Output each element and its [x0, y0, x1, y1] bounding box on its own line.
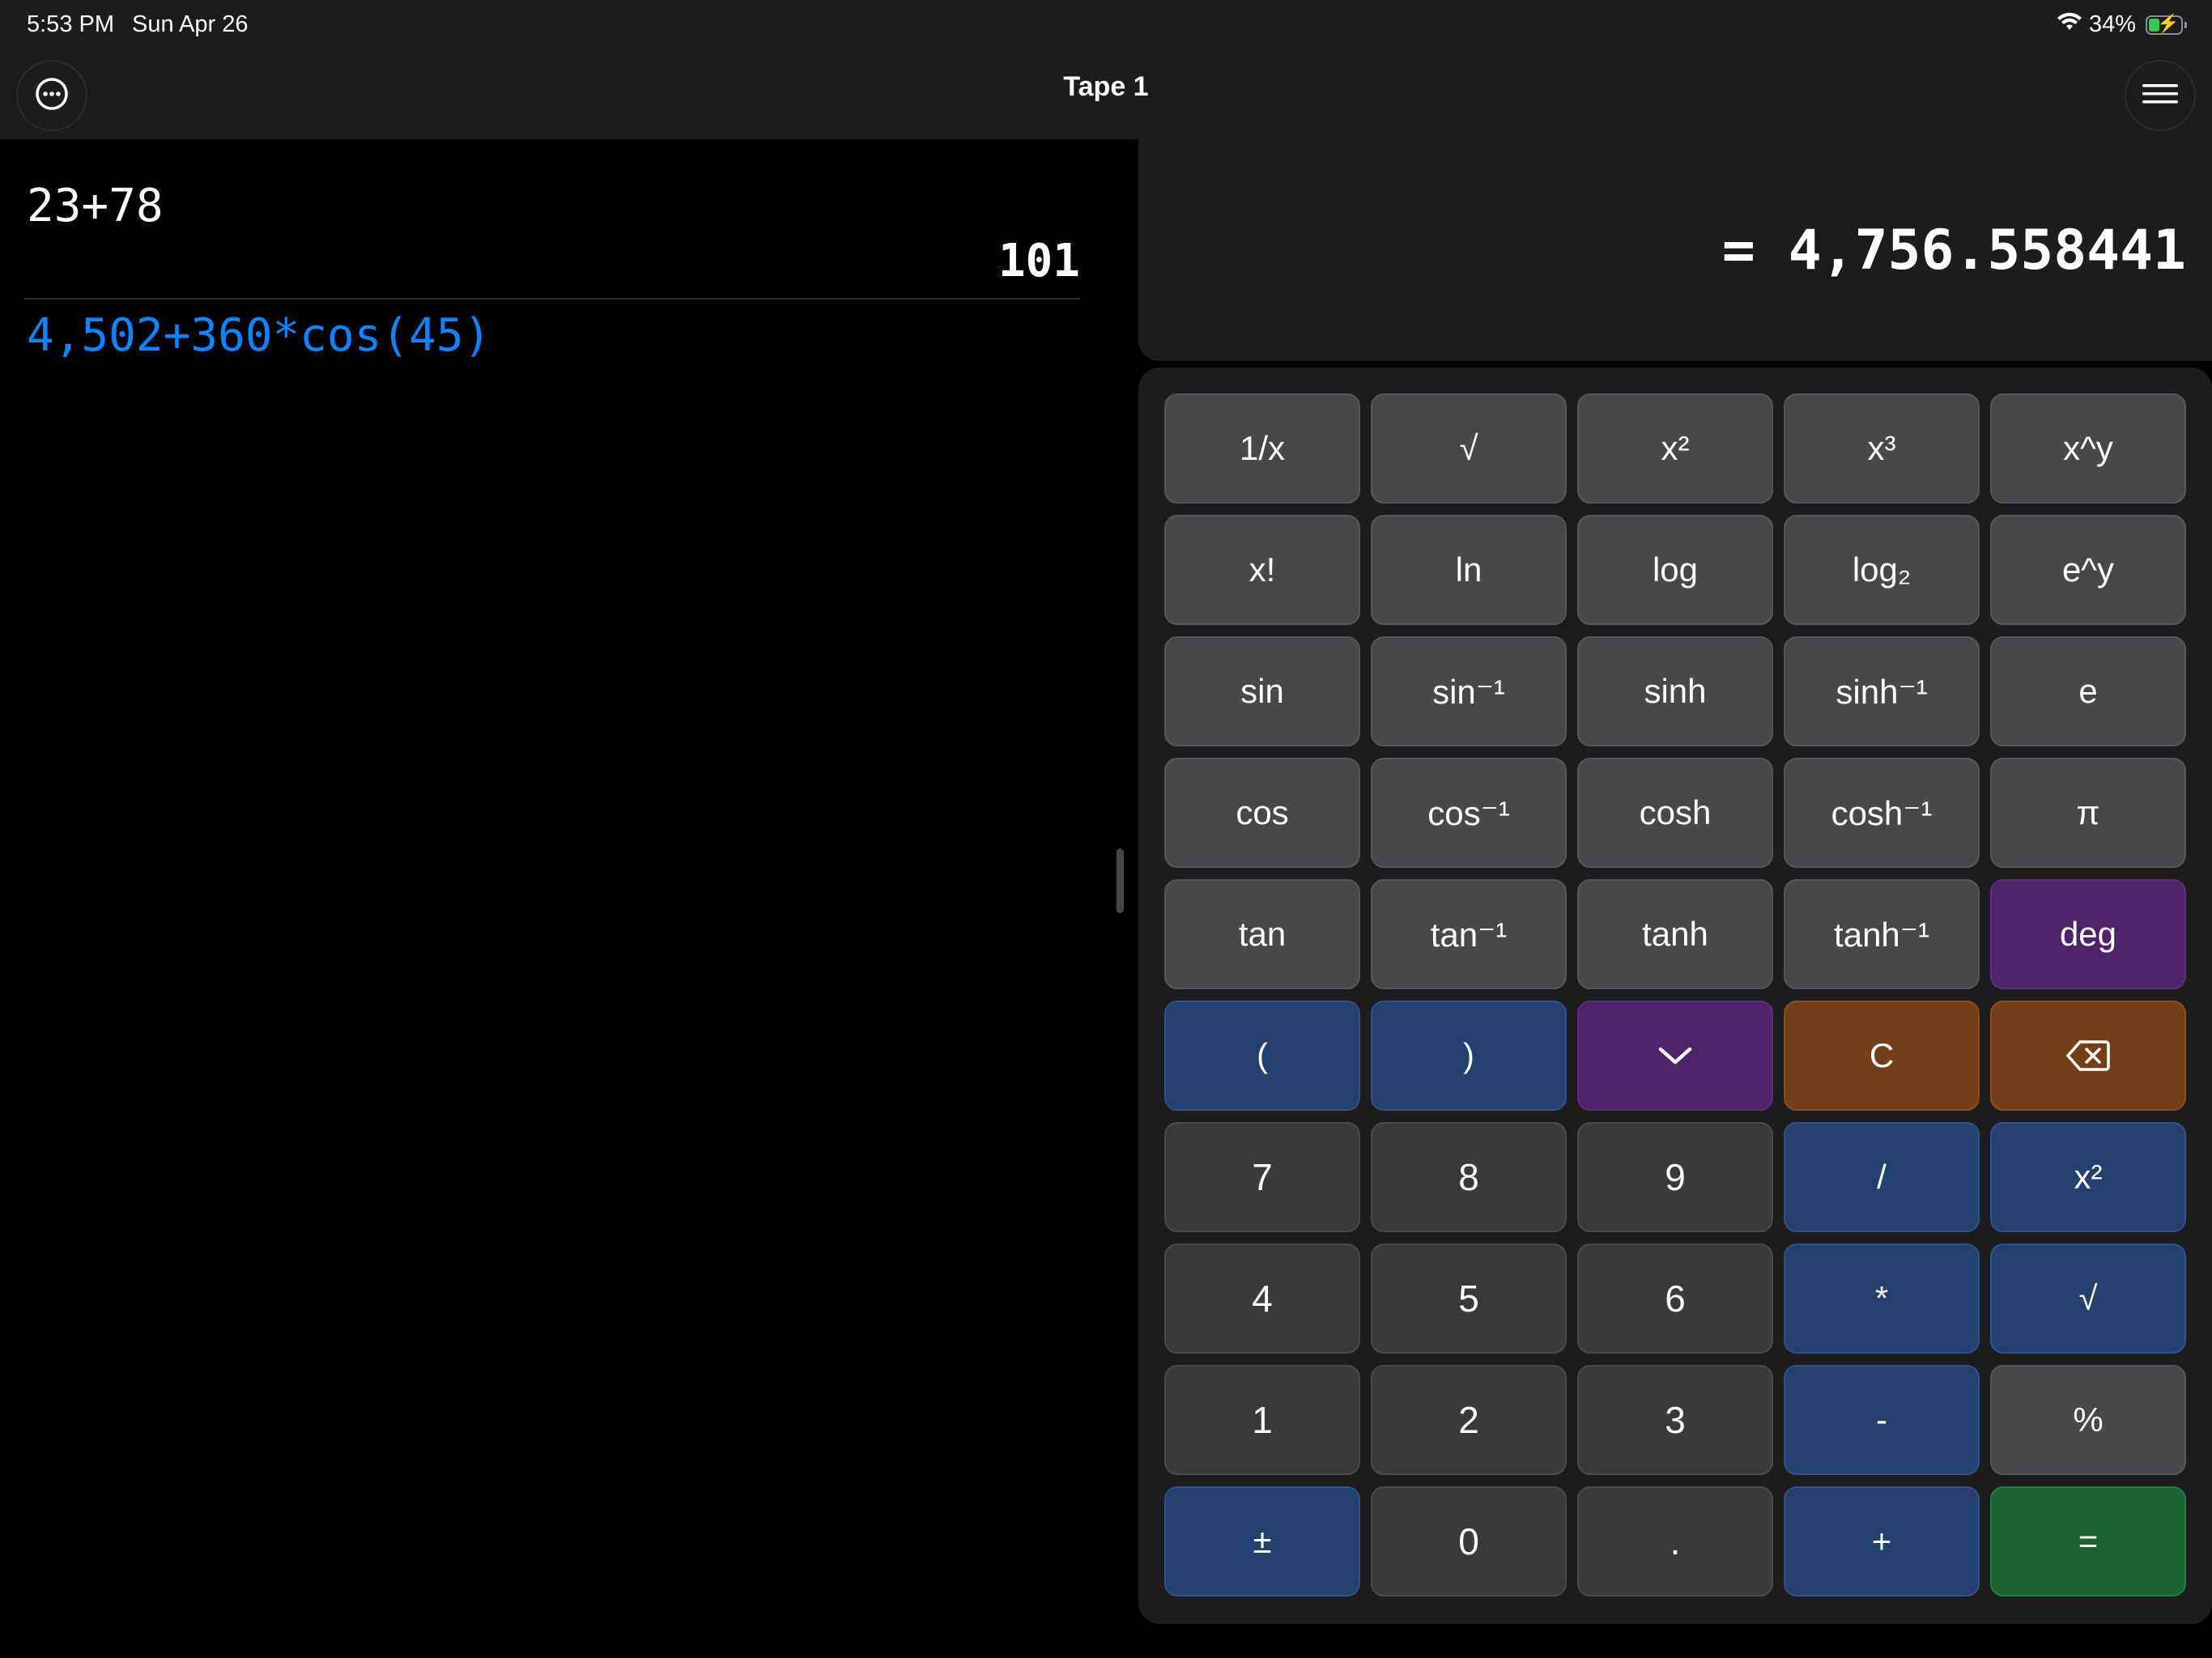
- digit-4-key[interactable]: 4: [1164, 1244, 1360, 1354]
- negate-key[interactable]: ±: [1164, 1486, 1360, 1596]
- tanh-key[interactable]: tanh: [1577, 879, 1773, 989]
- atan-key[interactable]: tan⁻¹: [1371, 879, 1567, 989]
- open-paren-key[interactable]: (: [1164, 1001, 1360, 1111]
- factorial-key[interactable]: x!: [1164, 515, 1360, 625]
- status-clock: 5:53 PM Sun Apr 26: [27, 11, 249, 38]
- exp-key[interactable]: e^y: [1990, 515, 2186, 625]
- digit-2-key[interactable]: 2: [1371, 1365, 1567, 1475]
- wifi-icon: [2057, 11, 2082, 38]
- result-display: = 4,756.558441: [1138, 139, 2212, 361]
- status-indicators: 34% ⚡: [2057, 11, 2187, 38]
- tan-key[interactable]: tan: [1164, 879, 1360, 989]
- menu-button[interactable]: [2125, 60, 2196, 131]
- sqrt-key-2[interactable]: √: [1990, 1244, 2186, 1354]
- charging-bolt-icon: ⚡: [2157, 12, 2180, 33]
- status-date: Sun Apr 26: [132, 11, 249, 37]
- digit-7-key[interactable]: 7: [1164, 1122, 1360, 1232]
- clear-key[interactable]: C: [1784, 1001, 1980, 1111]
- tape-panel[interactable]: 23+78 101 4,502+360*cos(45): [0, 139, 1134, 1658]
- sinh-key[interactable]: sinh: [1577, 636, 1773, 746]
- battery-percentage: 34%: [2088, 11, 2136, 37]
- subtract-key[interactable]: -: [1784, 1365, 1980, 1475]
- acos-key[interactable]: cos⁻¹: [1371, 758, 1567, 868]
- tape-previous-expression[interactable]: 23+78: [27, 180, 164, 232]
- sin-key[interactable]: sin: [1164, 636, 1360, 746]
- pi-key[interactable]: π: [1990, 758, 2186, 868]
- atanh-key[interactable]: tanh⁻¹: [1784, 879, 1980, 989]
- chevron-down-icon: [1657, 1045, 1693, 1066]
- digit-0-key[interactable]: 0: [1371, 1486, 1567, 1596]
- cos-key[interactable]: cos: [1164, 758, 1360, 868]
- battery-charging-icon: ⚡: [2146, 12, 2187, 35]
- status-time: 5:53 PM: [27, 11, 114, 37]
- digit-3-key[interactable]: 3: [1577, 1365, 1773, 1475]
- percent-key[interactable]: %: [1990, 1365, 2186, 1475]
- cosh-key[interactable]: cosh: [1577, 758, 1773, 868]
- equals-key[interactable]: =: [1990, 1486, 2186, 1596]
- cube-key[interactable]: x³: [1784, 393, 1980, 504]
- status-bar: 5:53 PM Sun Apr 26 34% ⚡: [0, 0, 2212, 52]
- digit-1-key[interactable]: 1: [1164, 1365, 1360, 1475]
- digit-6-key[interactable]: 6: [1577, 1244, 1773, 1354]
- angle-mode-key[interactable]: deg: [1990, 879, 2186, 989]
- battery-tip: [2184, 21, 2187, 28]
- collapse-keypad-button[interactable]: [1577, 1001, 1773, 1111]
- tape-previous-result[interactable]: 101: [998, 235, 1080, 287]
- tape-current-expression[interactable]: 4,502+360*cos(45): [27, 309, 491, 362]
- multiply-key[interactable]: *: [1784, 1244, 1980, 1354]
- ln-key[interactable]: ln: [1371, 515, 1567, 625]
- e-constant-key[interactable]: e: [1990, 636, 2186, 746]
- add-key[interactable]: +: [1784, 1486, 1980, 1596]
- acosh-key[interactable]: cosh⁻¹: [1784, 758, 1980, 868]
- keypad: 1/x √ x² x³ x^y x! ln log log₂ e^y sin s…: [1138, 368, 2212, 1624]
- square-key[interactable]: x²: [1577, 393, 1773, 504]
- reciprocal-key[interactable]: 1/x: [1164, 393, 1360, 504]
- hamburger-menu-icon: [2142, 82, 2178, 110]
- power-key[interactable]: x^y: [1990, 393, 2186, 504]
- navigation-bar: Tape 1: [0, 52, 2212, 139]
- tape-divider: [24, 298, 1080, 300]
- log2-key[interactable]: log₂: [1784, 515, 1980, 625]
- backspace-key[interactable]: [1990, 1001, 2186, 1111]
- close-paren-key[interactable]: ): [1371, 1001, 1567, 1111]
- digit-9-key[interactable]: 9: [1577, 1122, 1773, 1232]
- digit-5-key[interactable]: 5: [1371, 1244, 1567, 1354]
- asinh-key[interactable]: sinh⁻¹: [1784, 636, 1980, 746]
- page-title: Tape 1: [1063, 71, 1149, 102]
- backspace-icon: [2065, 1039, 2111, 1073]
- log-key[interactable]: log: [1577, 515, 1773, 625]
- sqrt-key[interactable]: √: [1371, 393, 1567, 504]
- decimal-key[interactable]: .: [1577, 1486, 1773, 1596]
- split-resize-handle[interactable]: [1117, 848, 1124, 913]
- divide-key[interactable]: /: [1784, 1122, 1980, 1232]
- result-value: = 4,756.558441: [1721, 219, 2186, 283]
- digit-8-key[interactable]: 8: [1371, 1122, 1567, 1232]
- asin-key[interactable]: sin⁻¹: [1371, 636, 1567, 746]
- square-key-2[interactable]: x²: [1990, 1122, 2186, 1232]
